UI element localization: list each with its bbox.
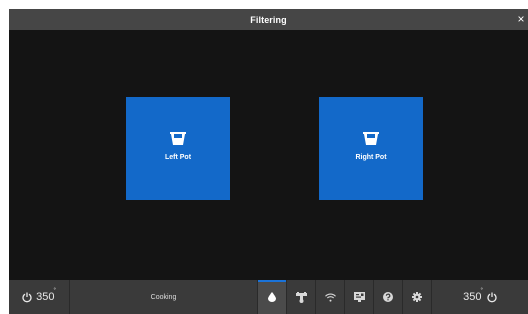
filtering-screen: Filtering × Left Pot Right Pot 350° Cook… [9,9,528,314]
settings-tab[interactable] [402,280,431,314]
power-icon [487,292,497,302]
wifi-tab[interactable] [315,280,344,314]
pot-icon [170,132,186,145]
left-pot-button[interactable]: Left Pot [126,97,230,200]
wifi-icon [324,293,336,302]
left-temp-unit: ° [53,288,56,295]
title-bar: Filtering × [9,9,528,30]
right-temp-unit: ° [480,288,483,295]
display-tab[interactable] [344,280,373,314]
settings-icon [412,292,422,302]
right-pot-button[interactable]: Right Pot [319,97,423,200]
thermometer-icon [295,291,307,303]
filter-tab[interactable] [257,280,286,314]
right-temp-value: 350 [463,291,482,303]
bottom-bar: 350° Cooking 350° [9,280,528,314]
left-temperature[interactable]: 350° [9,280,69,314]
left-temp-value: 350 [36,291,55,303]
pot-icon [363,132,379,145]
oil-drop-icon [268,292,276,302]
display-icon [353,292,365,302]
right-temperature[interactable]: 350° [431,280,528,314]
left-pot-label: Left Pot [164,154,192,161]
cooking-status: Cooking [150,293,177,301]
help-icon [383,292,393,302]
temperature-tab[interactable] [286,280,315,314]
status-area: Cooking [69,280,257,314]
power-icon [22,292,32,302]
page-title: Filtering [250,14,287,25]
right-pot-label: Right Pot [355,154,387,161]
close-icon[interactable]: × [514,11,528,27]
help-tab[interactable] [373,280,402,314]
